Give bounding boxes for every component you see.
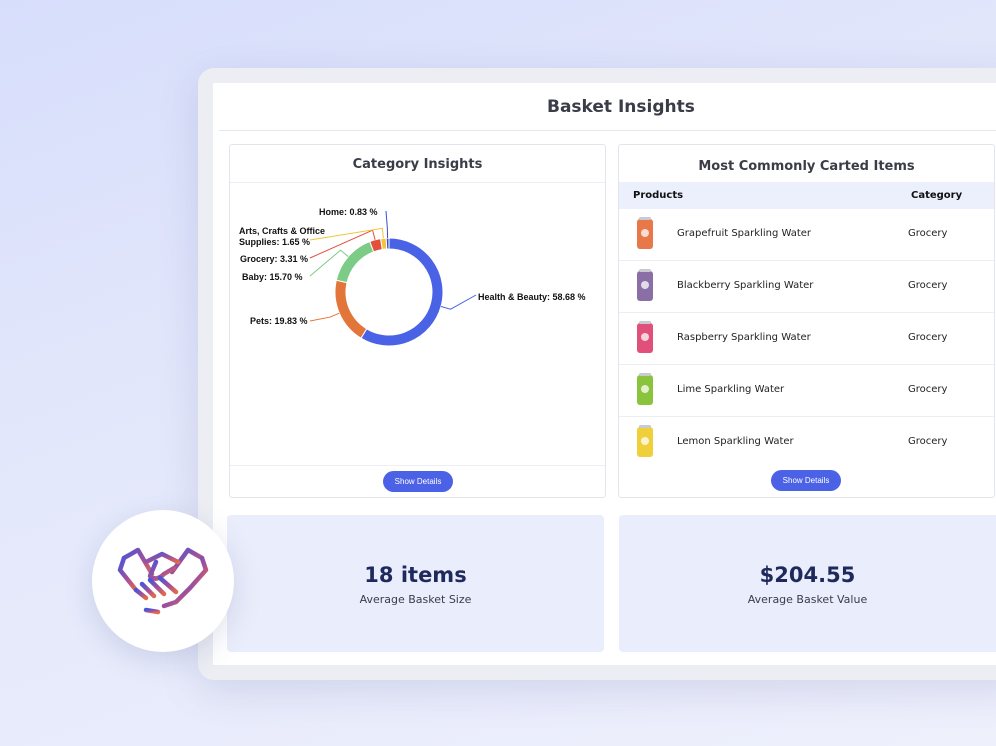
donut-leader-line [440,294,477,310]
product-category: Grocery [908,436,948,447]
product-name: Blackberry Sparkling Water [677,280,814,291]
table-row[interactable]: Lemon Sparkling Water Grocery [619,417,994,465]
title-divider [219,130,996,131]
donut-data-label: Baby: 15.70 % [242,272,303,282]
product-name: Grapefruit Sparkling Water [677,228,812,239]
table-row[interactable]: Raspberry Sparkling Water Grocery [619,313,994,365]
average-basket-size-label: Average Basket Size [359,593,472,606]
handshake-icon [117,547,209,615]
donut-data-label: Arts, Crafts & Office [239,226,325,236]
donut-data-label: Grocery: 3.31 % [240,254,308,264]
average-basket-size-value: 18 items [364,563,467,587]
product-can-icon [637,321,653,353]
donut-slice[interactable] [385,237,390,250]
product-can-icon [637,373,653,405]
donut-data-label: Pets: 19.83 % [250,316,308,326]
table-row[interactable]: Lime Sparkling Water Grocery [619,365,994,417]
product-name: Raspberry Sparkling Water [677,332,811,343]
carted-items-title: Most Commonly Carted Items [698,159,915,174]
donut-data-label: Supplies: 1.65 % [239,237,310,247]
average-basket-value-label: Average Basket Value [747,593,868,606]
donut-leader-line [309,312,340,322]
category-insights-title: Category Insights [352,157,483,172]
product-category: Grocery [908,332,948,343]
donut-leader-line [385,210,389,239]
donut-slice[interactable] [334,279,368,339]
table-row[interactable]: Grapefruit Sparkling Water Grocery [619,209,994,261]
product-name: Lemon Sparkling Water [677,436,794,447]
items-table-header: Products Category [619,182,994,209]
average-basket-value-value: $204.55 [759,563,856,587]
product-category: Grocery [908,228,948,239]
product-category: Grocery [908,280,948,291]
donut-slice[interactable] [335,240,375,284]
dashboard-screen: Basket Insights Category Insights Health… [213,83,996,665]
product-category: Grocery [908,384,948,395]
donut-data-label: Home: 0.83 % [319,207,378,217]
donut-data-label: Health & Beauty: 58.68 % [478,292,586,302]
average-basket-value-card: $204.55 Average Basket Value [619,515,996,652]
product-can-icon [637,269,653,301]
product-name: Lime Sparkling Water [677,384,785,395]
items-show-details-button[interactable]: Show Details [771,470,841,491]
donut-slice[interactable] [360,237,444,347]
category-show-details-button[interactable]: Show Details [383,471,453,492]
average-basket-size-card: 18 items Average Basket Size [227,515,604,652]
product-can-icon [637,217,653,249]
column-header-category: Category [911,190,963,201]
column-header-products: Products [633,190,684,201]
product-can-icon [637,425,653,457]
handshake-badge [92,510,234,652]
page-title: Basket Insights [547,97,695,117]
carted-items-card: Most Commonly Carted Items Products Cate… [618,144,995,498]
card-footer-divider [230,465,605,466]
table-row[interactable]: Blackberry Sparkling Water Grocery [619,261,994,313]
category-insights-card: Category Insights Health & Beauty: 58.68… [229,144,606,498]
category-donut-chart: Health & Beauty: 58.68 % Pets: 19.83 % Bab… [239,207,586,347]
